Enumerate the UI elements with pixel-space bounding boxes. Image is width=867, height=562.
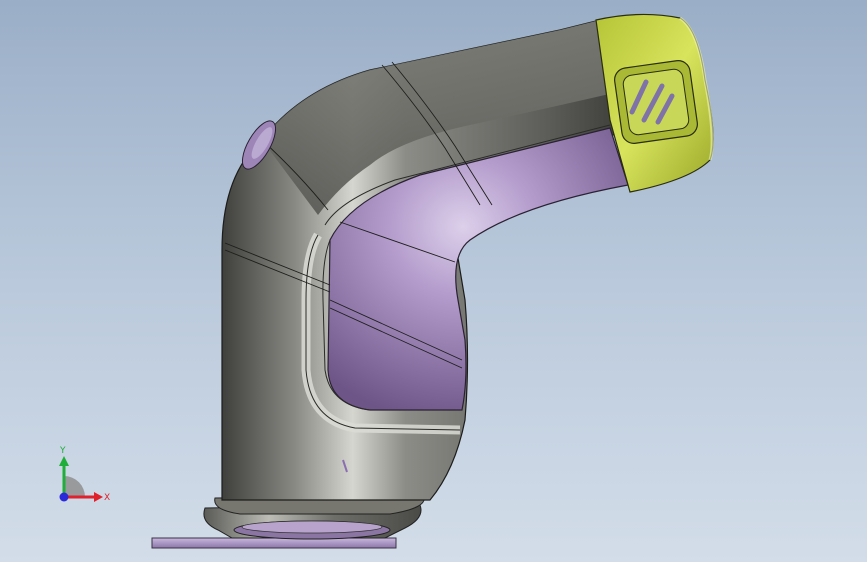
base-plate bbox=[151, 537, 397, 549]
y-axis-arrowhead-icon bbox=[59, 456, 69, 466]
base-collar bbox=[203, 495, 425, 540]
y-axis-label: Y bbox=[59, 446, 66, 456]
z-axis-dot-icon bbox=[59, 492, 69, 502]
coordinate-triad[interactable]: Y X bbox=[59, 446, 110, 503]
x-axis-label: X bbox=[104, 493, 110, 503]
cad-graphics-viewport[interactable]: Y X bbox=[0, 0, 867, 562]
hatched-square-emblem-icon bbox=[614, 60, 698, 144]
3d-model-view[interactable]: Y X bbox=[0, 0, 867, 562]
x-axis-arrowhead-icon bbox=[94, 492, 103, 502]
